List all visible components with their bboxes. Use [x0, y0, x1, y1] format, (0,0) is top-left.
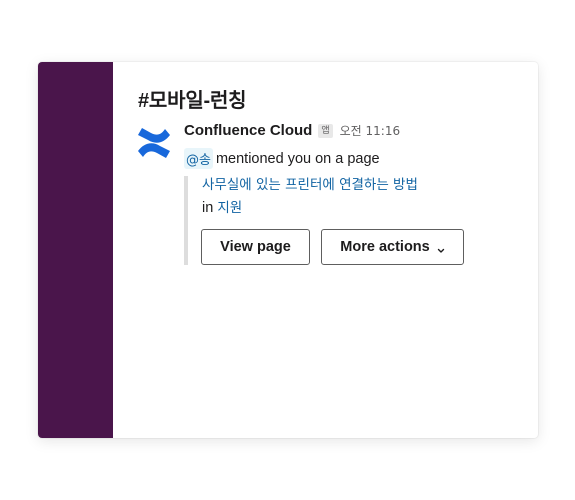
- message-timestamp[interactable]: 오전 11:16: [340, 122, 400, 139]
- channel-title: #모바일-런칭: [138, 90, 247, 112]
- message-pane: #모바일-런칭 Confluence Cloud 앱 오전 11:16 @송 m…: [113, 62, 538, 438]
- view-page-label: View page: [220, 239, 291, 255]
- page-title-link[interactable]: 사무실에 있는 프린터에 연결하는 방법: [202, 176, 418, 194]
- workspace-sidebar: [38, 62, 113, 438]
- message-body: @송 mentioned you on a page: [184, 148, 380, 169]
- confluence-logo-icon[interactable]: [135, 124, 173, 162]
- more-actions-label: More actions: [340, 239, 430, 255]
- chevron-down-icon: [437, 243, 445, 253]
- in-label: in: [202, 200, 214, 216]
- user-mention[interactable]: @송: [184, 148, 213, 169]
- space-line: in 지원: [202, 199, 418, 217]
- view-page-button[interactable]: View page: [201, 229, 310, 265]
- action-buttons: View page More actions: [201, 229, 464, 265]
- message-text: mentioned you on a page: [215, 150, 380, 167]
- more-actions-button[interactable]: More actions: [321, 229, 464, 265]
- message-header: Confluence Cloud 앱 오전 11:16: [184, 122, 400, 139]
- space-link[interactable]: 지원: [217, 200, 242, 216]
- slack-window: #모바일-런칭 Confluence Cloud 앱 오전 11:16 @송 m…: [38, 62, 538, 438]
- app-badge: 앱: [318, 123, 333, 138]
- sender-name[interactable]: Confluence Cloud: [184, 122, 312, 139]
